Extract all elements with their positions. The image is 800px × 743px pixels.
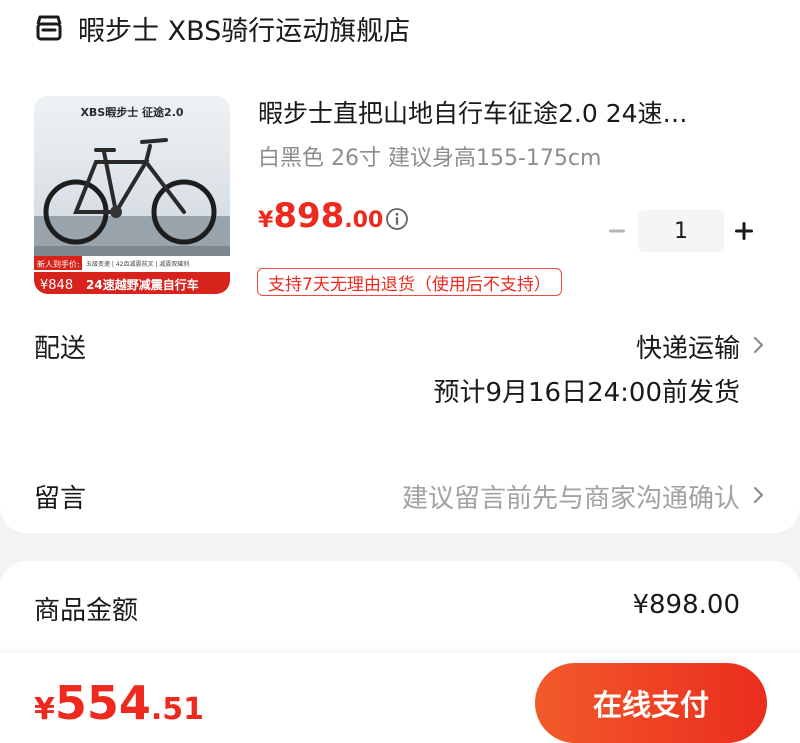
product-image[interactable]: XBS暇步士 征途2.0 新人到手价: 五级变速 | 42齿减震前叉 | 减震双… xyxy=(34,96,230,294)
total-symbol: ¥ xyxy=(34,692,55,727)
chevron-right-icon[interactable] xyxy=(752,484,766,506)
price-decimal: .00 xyxy=(344,208,384,233)
delivery-method[interactable]: 快递运输 xyxy=(636,328,740,365)
image-promo-features: 五级变速 | 42齿减震前叉 | 减震双碟刹 xyxy=(86,260,189,268)
quantity-increase-button[interactable] xyxy=(731,218,757,244)
store-header[interactable]: 暇步士 XBS骑行运动旗舰店 xyxy=(34,8,410,48)
price-symbol: ¥ xyxy=(258,208,274,233)
delivery-label: 配送 xyxy=(34,334,87,364)
store-icon xyxy=(34,14,64,42)
goods-amount-value: ¥898.00 xyxy=(632,590,740,620)
total-decimal: .51 xyxy=(150,692,205,727)
product-variant[interactable]: 白黑色 26寸 建议身高155-175cm xyxy=(258,140,601,172)
goods-amount-label: 商品金额 xyxy=(34,596,139,626)
return-policy-tag: 支持7天无理由退货（使用后不支持） xyxy=(257,268,562,296)
quantity-value[interactable]: 1 xyxy=(638,210,724,252)
delivery-estimate: 预计9月16日24:00前发货 xyxy=(433,378,740,408)
image-brand-title: XBS暇步士 征途2.0 xyxy=(80,105,183,119)
image-promo-headline: 24速越野减震自行车 xyxy=(86,277,199,292)
image-promo-price: ¥848 xyxy=(40,278,73,293)
quantity-decrease-button[interactable] xyxy=(604,218,630,244)
store-name: 暇步士 XBS骑行运动旗舰店 xyxy=(78,15,411,47)
pay-online-button[interactable]: 在线支付 xyxy=(535,663,767,743)
message-input[interactable]: 建议留言前先与商家沟通确认 xyxy=(402,478,740,515)
total-price: ¥ 554 .51 xyxy=(34,676,204,730)
chevron-right-icon[interactable] xyxy=(752,334,766,356)
image-promo-newuser: 新人到手价: xyxy=(37,259,80,269)
message-label: 留言 xyxy=(34,484,87,514)
product-price: ¥ 898 .00 xyxy=(258,196,383,236)
product-title[interactable]: 暇步士直把山地自行车征途2.0 24速… xyxy=(258,94,768,130)
price-integer: 898 xyxy=(273,196,345,236)
info-icon[interactable] xyxy=(385,207,409,231)
total-integer: 554 xyxy=(54,676,151,730)
